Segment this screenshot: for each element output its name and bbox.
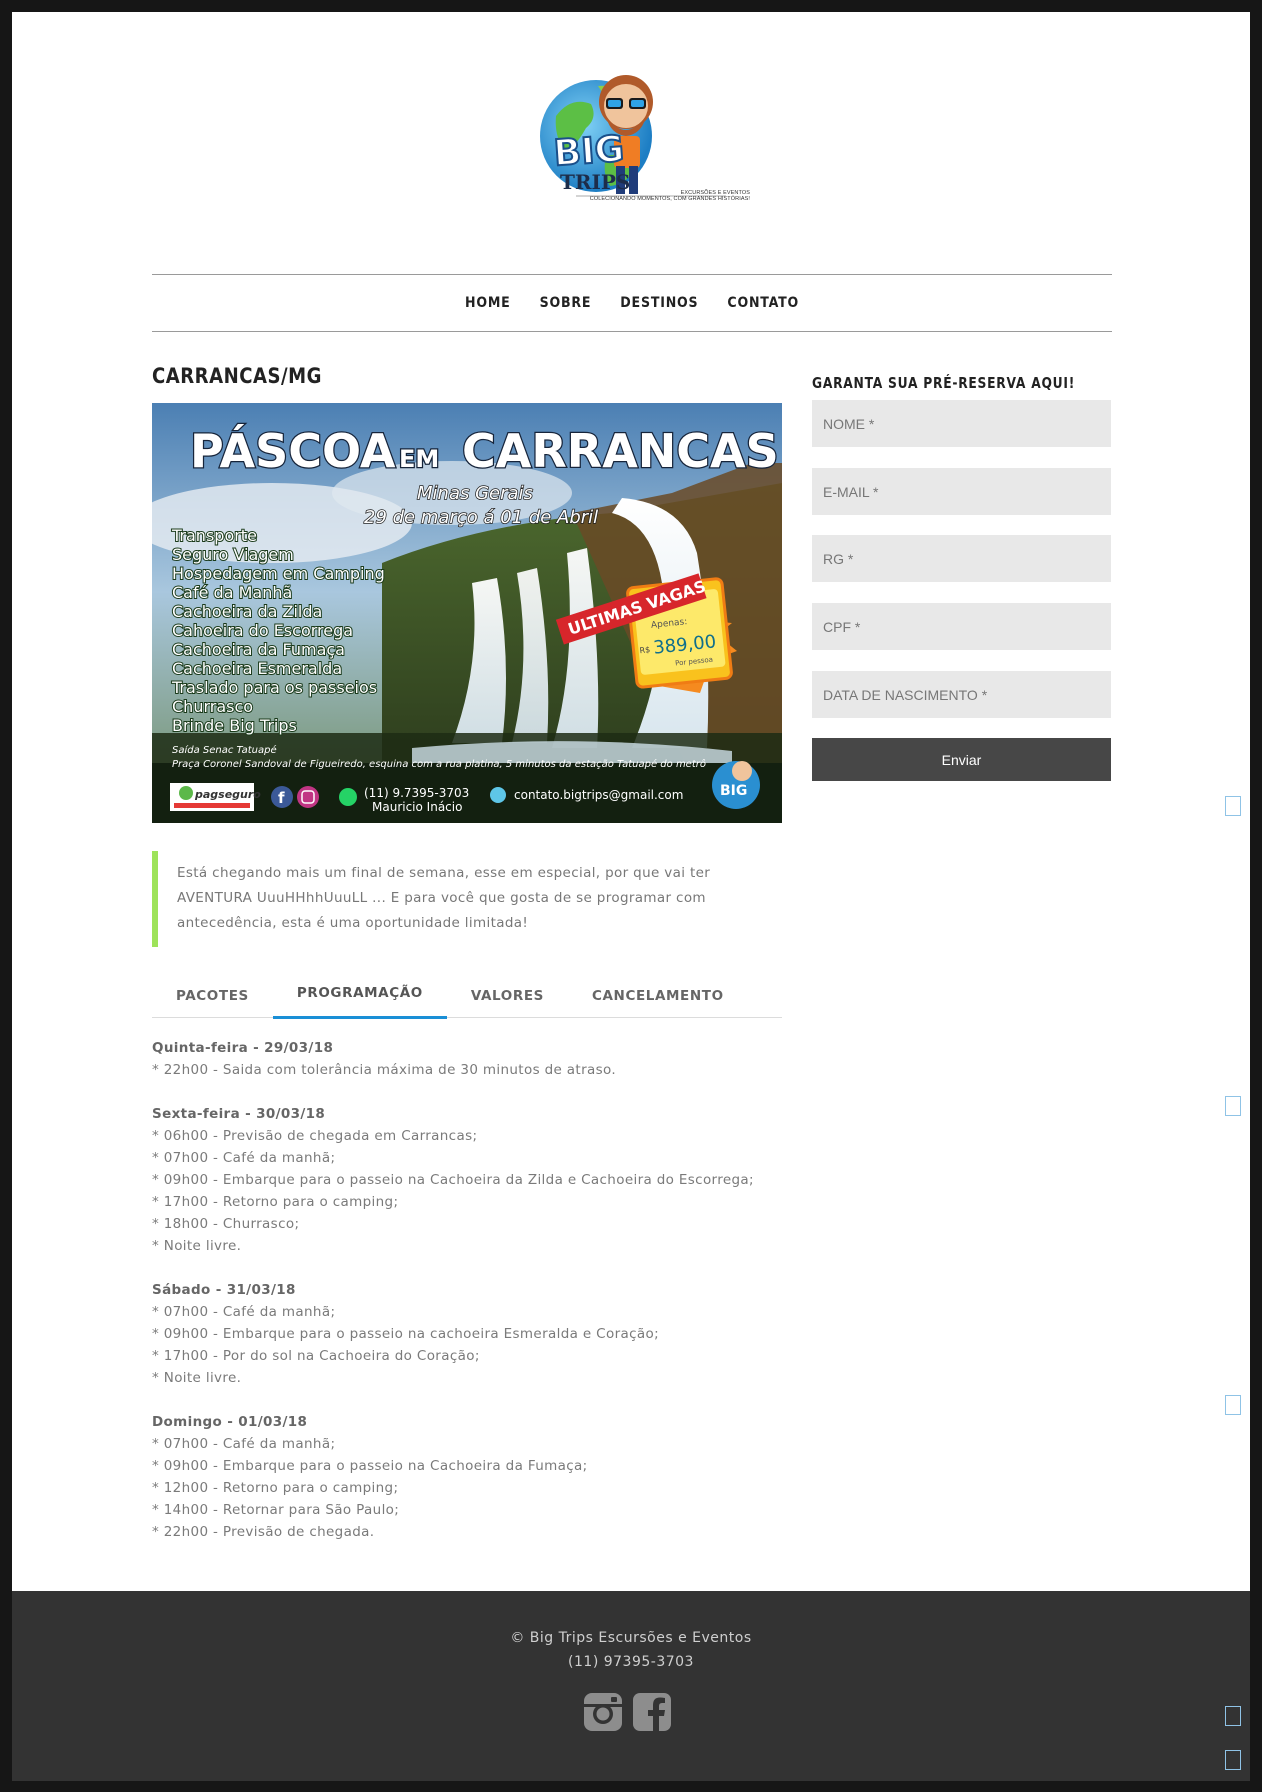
poster-contact-name: Mauricio Inácio bbox=[372, 800, 462, 814]
poster-email: contato.bigtrips@gmail.com bbox=[514, 788, 683, 802]
poster-feature: Traslado para os passeios bbox=[171, 678, 377, 697]
schedule-day: Sexta-feira - 30/03/18 * 06h00 - Previsã… bbox=[152, 1103, 792, 1257]
poster-feature: Cachoeira da Fumaça bbox=[172, 640, 345, 659]
poster-departure-2: Praça Coronel Sandoval de Figueiredo, es… bbox=[172, 758, 706, 770]
schedule-item: * 06h00 - Previsão de chegada em Carranc… bbox=[152, 1128, 478, 1144]
submit-button[interactable]: Enviar bbox=[812, 738, 1111, 781]
schedule-item: * 22h00 - Saida com tolerância máxima de… bbox=[152, 1062, 616, 1078]
schedule-day: Sábado - 31/03/18 * 07h00 - Café da manh… bbox=[152, 1279, 792, 1389]
poster-feature: Churrasco bbox=[172, 697, 253, 716]
page: BIG TRIPS EXCURSÕES E EVENTOS COLECIONAN… bbox=[12, 12, 1250, 1781]
birthdate-field[interactable] bbox=[812, 671, 1111, 718]
tab-programacao[interactable]: PROGRAMAÇÃO bbox=[272, 973, 447, 1019]
footer-copyright: © Big Trips Escursões e Eventos bbox=[510, 1630, 752, 1646]
svg-text:f: f bbox=[278, 789, 285, 807]
poster-phone: (11) 9.7395-3703 bbox=[364, 786, 469, 800]
poster-pagseguro: pagseguro bbox=[194, 788, 261, 801]
poster-logo-big: BIG bbox=[720, 783, 747, 799]
poster-headline-2: CARRANCAS bbox=[462, 424, 779, 478]
poster-feature: Café da Manhã bbox=[172, 583, 292, 602]
poster-headline-em: EM bbox=[399, 445, 439, 473]
schedule-item: * 07h00 - Café da manhã; bbox=[152, 1436, 336, 1452]
side-marker[interactable] bbox=[1225, 1096, 1241, 1116]
site-logo[interactable]: BIG TRIPS EXCURSÕES E EVENTOS COLECIONAN… bbox=[536, 56, 756, 216]
intro-quote: Está chegando mais um final de semana, e… bbox=[152, 851, 782, 947]
poster-whatsapp-icon bbox=[339, 788, 357, 806]
name-field[interactable] bbox=[812, 400, 1111, 447]
poster-feature: Seguro Viagem bbox=[172, 545, 294, 564]
poster-instagram-icon bbox=[297, 786, 319, 808]
poster-feature: Brinde Big Trips bbox=[172, 716, 297, 735]
poster-headline-1: PÁSCOA bbox=[190, 424, 396, 478]
schedule-item: * 17h00 - Por do sol na Cachoeira do Cor… bbox=[152, 1348, 480, 1364]
poster-badge-currency: R$ bbox=[639, 645, 651, 655]
tab-valores[interactable]: VALORES bbox=[447, 973, 568, 1018]
schedule-day-title: Sexta-feira - 30/03/18 bbox=[152, 1106, 326, 1122]
poster-feature: Hospedagem em Camping bbox=[172, 564, 385, 583]
footer-phone: (11) 97395-3703 bbox=[568, 1654, 694, 1670]
site-footer: © Big Trips Escursões e Eventos (11) 973… bbox=[12, 1591, 1250, 1781]
reservation-title: GARANTA SUA PRÉ-RESERVA AQUI! bbox=[812, 374, 1076, 392]
nav-home[interactable]: HOME bbox=[465, 295, 511, 311]
poster-feature: Cahoeira do Escorrega bbox=[172, 621, 353, 640]
schedule-day-title: Domingo - 01/03/18 bbox=[152, 1414, 308, 1430]
poster-subtitle: Minas Gerais bbox=[417, 483, 533, 504]
nav-destinos[interactable]: DESTINOS bbox=[620, 295, 698, 311]
schedule-day: Quinta-feira - 29/03/18 * 22h00 - Saida … bbox=[152, 1037, 792, 1081]
schedule-item: * 07h00 - Café da manhã; bbox=[152, 1150, 336, 1166]
schedule-day-title: Sábado - 31/03/18 bbox=[152, 1282, 296, 1298]
schedule-day-title: Quinta-feira - 29/03/18 bbox=[152, 1040, 334, 1056]
poster-dates: 29 de março á 01 de Abril bbox=[364, 507, 598, 528]
schedule-item: * 09h00 - Embarque para o passeio na Cac… bbox=[152, 1172, 754, 1188]
logo-tagline-2: COLECIONANDO MOMENTOS, COM GRANDES HISTÓ… bbox=[589, 196, 750, 202]
schedule-item: * 14h00 - Retornar para São Paulo; bbox=[152, 1502, 400, 1518]
schedule-item: * 09h00 - Embarque para o passeio na Cac… bbox=[152, 1458, 588, 1474]
tab-cancelamento[interactable]: CANCELAMENTO bbox=[568, 973, 748, 1018]
schedule-item: * 18h00 - Churrasco; bbox=[152, 1216, 300, 1232]
poster-feature: Transporte bbox=[171, 526, 257, 545]
side-marker[interactable] bbox=[1225, 796, 1241, 816]
schedule-item: * 07h00 - Café da manhã; bbox=[152, 1304, 336, 1320]
poster-departure-1: Saída Senac Tatuapé bbox=[172, 744, 277, 756]
poster-feature: Cachoeira Esmeralda bbox=[172, 659, 342, 678]
schedule-item: * Noite livre. bbox=[152, 1370, 242, 1386]
cpf-field[interactable] bbox=[812, 603, 1111, 650]
instagram-icon[interactable] bbox=[583, 1692, 623, 1732]
side-marker[interactable] bbox=[1225, 1706, 1241, 1726]
tab-pacotes[interactable]: PACOTES bbox=[152, 973, 273, 1018]
poster-mail-icon bbox=[490, 787, 506, 803]
rg-field[interactable] bbox=[812, 535, 1111, 582]
logo-big-text: BIG bbox=[552, 129, 625, 175]
logo-slogan: EXCURSÕES E EVENTOS COLECIONANDO MOMENTO… bbox=[580, 190, 750, 202]
schedule-item: * 12h00 - Retorno para o camping; bbox=[152, 1480, 399, 1496]
schedule-item: * Noite livre. bbox=[152, 1238, 242, 1254]
schedule-item: * 22h00 - Previsão de chegada. bbox=[152, 1524, 375, 1540]
poster-feature: Cachoeira da Zilda bbox=[172, 602, 322, 621]
trip-poster-image: PÁSCOA EM CARRANCAS Minas Gerais 29 de m… bbox=[152, 403, 782, 823]
schedule-item: * 17h00 - Retorno para o camping; bbox=[152, 1194, 399, 1210]
nav-sobre[interactable]: SOBRE bbox=[540, 295, 592, 311]
page-title: CARRANCAS/MG bbox=[152, 364, 322, 388]
email-field[interactable] bbox=[812, 468, 1111, 515]
side-marker[interactable] bbox=[1225, 1395, 1241, 1415]
facebook-icon[interactable] bbox=[632, 1692, 672, 1732]
nav-contato[interactable]: CONTATO bbox=[727, 295, 799, 311]
schedule-panel: Quinta-feira - 29/03/18 * 22h00 - Saida … bbox=[152, 1037, 792, 1565]
side-marker[interactable] bbox=[1225, 1750, 1241, 1770]
info-tabs: PACOTES PROGRAMAÇÃO VALORES CANCELAMENTO bbox=[152, 973, 782, 1019]
main-nav: HOME SOBRE DESTINOS CONTATO bbox=[152, 274, 1112, 332]
schedule-item: * 09h00 - Embarque para o passeio na cac… bbox=[152, 1326, 659, 1342]
schedule-day: Domingo - 01/03/18 * 07h00 - Café da man… bbox=[152, 1411, 792, 1543]
